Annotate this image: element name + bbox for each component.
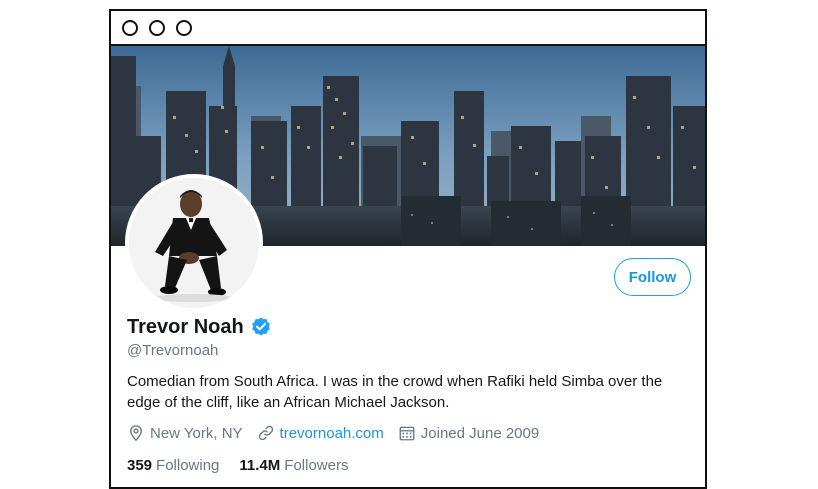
window-minimize-button[interactable] [149,20,165,36]
window-titlebar [111,11,705,46]
profile-handle: @Trevornoah [127,342,219,359]
profile-counts-row: 359 Following 11.4M Followers [127,454,368,476]
profile-avatar[interactable] [125,174,263,312]
display-name: Trevor Noah [127,315,244,338]
following-label: Following [156,456,220,474]
website-link[interactable]: trevornoah.com [280,425,384,442]
following-count-link[interactable]: 359 Following [127,457,219,474]
browser-window: Follow Trevor Noah @Trevornoah Comedian … [109,9,707,489]
verified-badge-icon [250,316,272,338]
joined-item: Joined June 2009 [398,424,539,442]
location-item: New York, NY [127,424,243,442]
link-icon [257,424,275,442]
joined-text: Joined June 2009 [420,424,540,442]
follow-button[interactable]: Follow [614,258,691,296]
window-close-button[interactable] [122,20,138,36]
calendar-icon [398,424,416,442]
location-text: New York, NY [150,424,243,442]
profile-name-row: Trevor Noah [127,315,272,339]
follow-button-label: Follow [628,268,677,286]
followers-count-link[interactable]: 11.4M Followers [239,457,348,474]
map-pin-icon [127,424,145,442]
followers-label: Followers [284,456,349,474]
window-maximize-button[interactable] [176,20,192,36]
profile-bio: Comedian from South Africa. I was in the… [127,373,663,411]
website-item[interactable]: trevornoah.com [257,424,384,442]
followers-count: 11.4M [239,456,281,474]
profile-meta-row: New York, NY trevornoah.com Joined June … [127,422,553,444]
following-count: 359 [127,456,153,474]
